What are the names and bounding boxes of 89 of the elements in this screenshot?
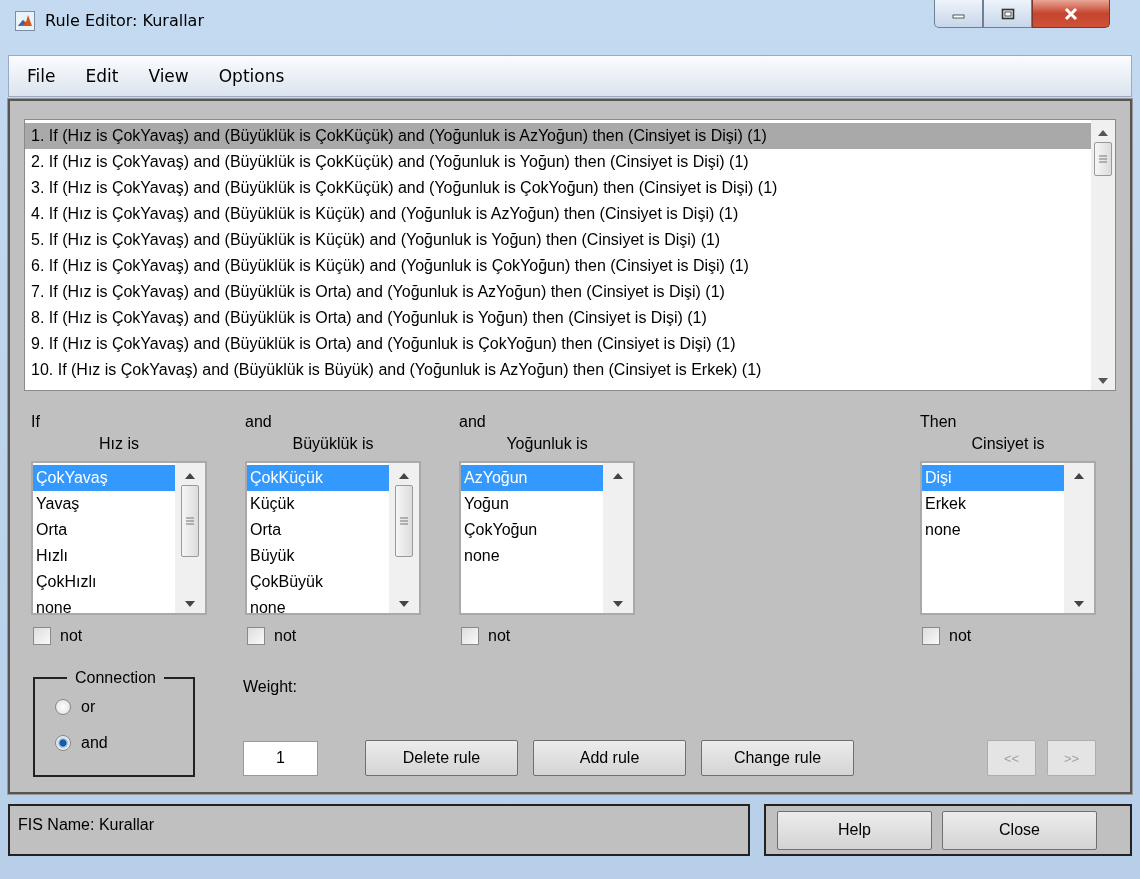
rule-item[interactable]: 10. If (Hız is ÇokYavaş) and (Büyüklük is Büyük) and (Yoğunluk is AzYoğun) then (Cinsiyet is Erkek) (1) xyxy=(25,357,1091,383)
rule-item[interactable]: 3. If (Hız is ÇokYavaş) and (Büyüklük is ÇokKüçük) and (Yoğunluk is ÇokYoğun) then (Cinsiyet is Dişi) (1) xyxy=(25,175,1091,201)
checkbox-label: not xyxy=(274,627,297,645)
arrow-up-icon[interactable] xyxy=(1074,473,1084,479)
arrow-down-icon[interactable] xyxy=(399,601,409,607)
scrollbar[interactable] xyxy=(175,463,205,613)
rule-item[interactable]: 9. If (Hız is ÇokYavaş) and (Büyüklük is Orta) and (Yoğunluk is ÇokYoğun) then (Cinsiyet is Dişi) (1) xyxy=(25,331,1091,357)
grip-icon xyxy=(1098,155,1108,163)
list-option[interactable]: ÇokHızlı xyxy=(33,569,175,595)
not-checkbox[interactable] xyxy=(247,627,265,645)
radio-label: and xyxy=(81,734,108,752)
radio-button[interactable] xyxy=(55,735,71,751)
grip-icon xyxy=(185,517,195,525)
weight-field[interactable]: 1 xyxy=(243,740,318,776)
maximize-button[interactable] xyxy=(983,0,1032,28)
list-option[interactable]: none xyxy=(247,595,389,613)
list-option[interactable]: ÇokYoğun xyxy=(461,517,603,543)
maximize-icon xyxy=(1000,7,1015,20)
connector-label: and xyxy=(245,412,273,432)
minimize-button[interactable] xyxy=(934,0,983,28)
variable-label: Cinsiyet is xyxy=(970,434,1046,454)
scroll-thumb[interactable] xyxy=(181,485,199,557)
connector-label: and xyxy=(459,412,487,432)
variable-label: Yoğunluk is xyxy=(505,434,589,454)
app-icon xyxy=(15,11,35,31)
rule-item[interactable]: 2. If (Hız is ÇokYavaş) and (Büyüklük is ÇokKüçük) and (Yoğunluk is Yoğun) then (Cinsiyet is Dişi) (1) xyxy=(25,149,1091,175)
list-option[interactable]: Büyük xyxy=(247,543,389,569)
menu-item[interactable]: File xyxy=(27,66,56,86)
list-option[interactable]: Küçük xyxy=(247,491,389,517)
checkbox-label: not xyxy=(949,627,972,645)
action-button[interactable]: Add rule xyxy=(533,740,686,776)
close-button[interactable] xyxy=(1032,0,1110,28)
arrow-down-icon[interactable] xyxy=(613,601,623,607)
arrow-down-icon[interactable] xyxy=(1074,601,1084,607)
rule-item[interactable]: 5. If (Hız is ÇokYavaş) and (Büyüklük is Küçük) and (Yoğunluk is Yoğun) then (Cinsiyet is Dişi) (1) xyxy=(25,227,1091,253)
list-option[interactable]: Erkek xyxy=(922,491,1064,517)
arrow-up-icon[interactable] xyxy=(399,473,409,479)
list-option[interactable]: Yavaş xyxy=(33,491,175,517)
variable-label: Büyüklük is xyxy=(291,434,375,454)
scroll-thumb[interactable] xyxy=(395,485,413,557)
arrow-down-icon[interactable] xyxy=(185,601,195,607)
arrow-down-icon[interactable] xyxy=(1098,378,1108,384)
rule-item[interactable]: 6. If (Hız is ÇokYavaş) and (Büyüklük is Küçük) and (Yoğunluk is ÇokYoğun) then (Cinsiyet is Dişi) (1) xyxy=(25,253,1091,279)
arrow-up-icon[interactable] xyxy=(1098,130,1108,136)
weight-label: Weight: xyxy=(243,678,298,697)
scrollbar[interactable] xyxy=(389,463,419,613)
list-option[interactable]: none xyxy=(922,517,1064,543)
grip-icon xyxy=(399,517,409,525)
scrollbar[interactable] xyxy=(603,463,633,613)
close-icon xyxy=(1063,6,1079,21)
list-option[interactable]: none xyxy=(461,543,603,569)
list-option[interactable]: ÇokBüyük xyxy=(247,569,389,595)
arrow-up-icon[interactable] xyxy=(185,473,195,479)
action-button[interactable]: Change rule xyxy=(701,740,854,776)
group-title: Connection xyxy=(74,669,157,687)
menu-item[interactable]: Edit xyxy=(85,66,119,86)
variable-label: Hız is xyxy=(98,434,140,454)
action-button[interactable]: Delete rule xyxy=(365,740,518,776)
not-checkbox[interactable] xyxy=(33,627,51,645)
list-option[interactable]: none xyxy=(33,595,175,613)
list-option[interactable]: Yoğun xyxy=(461,491,603,517)
checkbox-label: not xyxy=(60,627,83,645)
dialog-button[interactable]: Close xyxy=(942,810,1097,850)
listbox[interactable]: Dişi Erkek none xyxy=(920,461,1096,615)
menu-item[interactable]: View xyxy=(148,66,189,86)
list-option[interactable]: Orta xyxy=(247,517,389,543)
rule-item[interactable]: 4. If (Hız is ÇokYavaş) and (Büyüklük is Küçük) and (Yoğunluk is AzYoğun) then (Cinsiyet is Dişi) (1) xyxy=(25,201,1091,227)
rule-list[interactable] xyxy=(24,119,1116,391)
not-checkbox[interactable] xyxy=(922,627,940,645)
rule-item[interactable]: 1. If (Hız is ÇokYavaş) and (Büyüklük is ÇokKüçük) and (Yoğunluk is AzYoğun) then (Cinsiyet is Dişi) (1) xyxy=(25,123,1091,149)
rule-item[interactable]: 8. If (Hız is ÇokYavaş) and (Büyüklük is Orta) and (Yoğunluk is Yoğun) then (Cinsiyet is Dişi) (1) xyxy=(25,305,1091,331)
radio-button[interactable] xyxy=(55,699,71,715)
rule-item[interactable]: 7. If (Hız is ÇokYavaş) and (Büyüklük is Orta) and (Yoğunluk is AzYoğun) then (Cinsiyet is Dişi) (1) xyxy=(25,279,1091,305)
window-title: Rule Editor: Kurallar xyxy=(45,11,204,30)
connector-label: Then xyxy=(920,412,958,432)
scrollbar[interactable] xyxy=(1091,120,1115,390)
connector-label: If xyxy=(31,412,41,432)
menu-item[interactable]: Options xyxy=(218,66,285,86)
scrollbar[interactable] xyxy=(1064,463,1094,613)
not-checkbox[interactable] xyxy=(461,627,479,645)
listbox[interactable]: AzYoğun Yoğun ÇokYoğun none xyxy=(459,461,635,615)
list-option[interactable]: Hızlı xyxy=(33,543,175,569)
list-option[interactable]: Orta xyxy=(33,517,175,543)
radio-label: or xyxy=(81,698,96,716)
status-text: FIS Name: Kurallar xyxy=(18,816,155,833)
scroll-thumb[interactable] xyxy=(1094,142,1112,176)
dialog-button[interactable]: Help xyxy=(777,810,932,850)
arrow-up-icon[interactable] xyxy=(613,473,623,479)
checkbox-label: not xyxy=(488,627,511,645)
